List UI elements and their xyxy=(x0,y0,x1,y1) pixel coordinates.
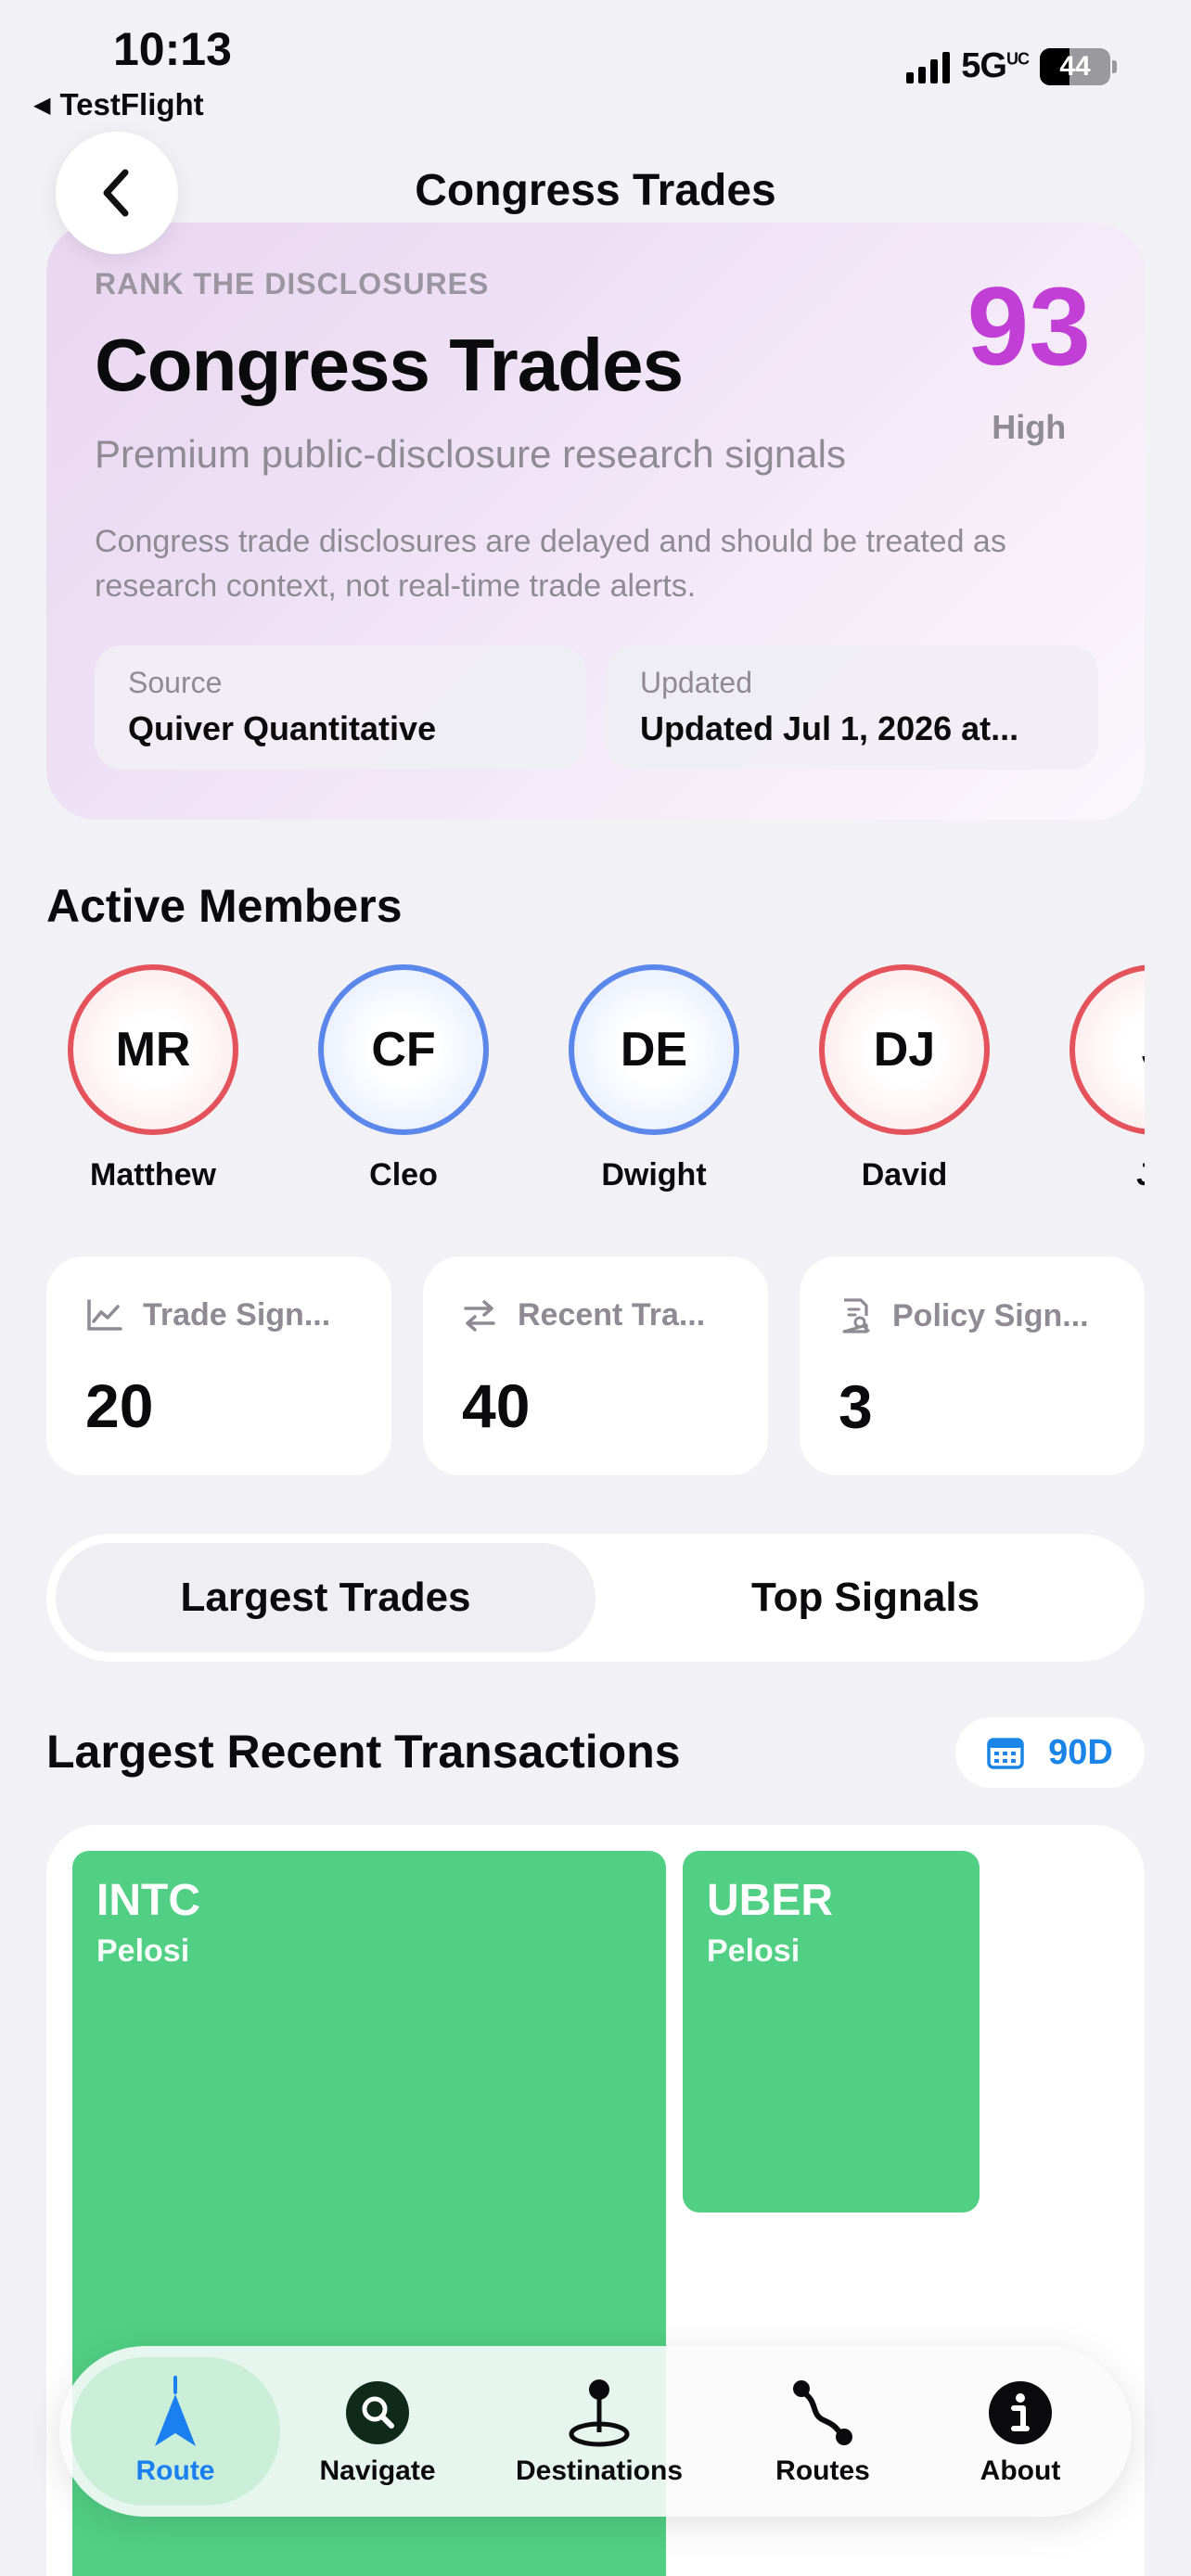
segment-top-signals[interactable]: Top Signals xyxy=(596,1543,1135,1652)
battery-icon: 44 xyxy=(1040,47,1117,85)
back-button[interactable] xyxy=(56,132,178,254)
card-subtitle: Premium public-disclosure research signa… xyxy=(95,432,846,476)
member-item[interactable]: DJ David xyxy=(816,964,992,1193)
source-box: Source Quiver Quantitative xyxy=(95,645,586,770)
tab-label: Destinations xyxy=(515,2455,684,2486)
updated-box: Updated Updated Jul 1, 2026 at... xyxy=(607,645,1098,770)
cellular-signal-icon xyxy=(906,50,951,83)
tile-symbol: INTC xyxy=(96,1876,200,1925)
status-indicators: 5GUC 44 xyxy=(906,46,1117,86)
member-name: Matthew xyxy=(90,1157,216,1192)
avatar: MR xyxy=(68,964,238,1135)
chevron-left-icon xyxy=(103,169,129,217)
range-label: 90D xyxy=(1048,1732,1113,1772)
score-block: 93 High xyxy=(967,271,1091,447)
route-icon xyxy=(793,2380,852,2445)
stat-label: Trade Sign... xyxy=(143,1297,331,1333)
stat-card-recent-trades[interactable]: Recent Tra... 40 xyxy=(423,1256,768,1475)
score-label: High xyxy=(992,408,1067,446)
member-item[interactable]: CF Cleo xyxy=(315,964,492,1193)
tab-navigate[interactable]: Navigate xyxy=(280,2346,475,2517)
member-name: Dwight xyxy=(601,1157,707,1192)
tab-label: About xyxy=(980,2455,1061,2486)
tab-label: Navigate xyxy=(319,2455,436,2486)
members-carousel[interactable]: MR Matthew CF Cleo DE Dwight DJ David J … xyxy=(46,964,1145,1205)
tab-destinations[interactable]: Destinations xyxy=(488,2346,711,2517)
tile-member: Pelosi xyxy=(96,1933,190,1969)
tab-bar: Route Navigate Destinations Routes About xyxy=(59,2346,1132,2517)
stat-value: 20 xyxy=(85,1371,154,1440)
network-type: 5GUC xyxy=(961,46,1030,85)
card-title: Congress Trades xyxy=(95,324,684,406)
avatar: J xyxy=(1069,964,1145,1135)
source-value: Quiver Quantitative xyxy=(128,709,437,747)
stat-label: Recent Tra... xyxy=(518,1297,706,1333)
avatar: DE xyxy=(569,964,739,1135)
battery-level: 44 xyxy=(1059,50,1091,82)
tab-label: Route xyxy=(135,2455,215,2486)
stat-value: 40 xyxy=(462,1371,531,1440)
updated-value: Updated Jul 1, 2026 at... xyxy=(640,709,1019,747)
stat-label: Policy Sign... xyxy=(892,1297,1089,1333)
treemap-tile-uber[interactable]: UBER Pelosi xyxy=(683,1851,980,2213)
back-to-app-link[interactable]: ◀ TestFlight xyxy=(33,87,204,122)
transactions-title: Largest Recent Transactions xyxy=(46,1726,681,1778)
search-icon xyxy=(346,2381,409,2444)
back-triangle-icon: ◀ xyxy=(33,92,51,118)
chart-line-icon xyxy=(87,1298,122,1331)
score-value: 93 xyxy=(967,264,1091,389)
status-time: 10:13 xyxy=(113,23,232,75)
info-icon xyxy=(989,2381,1052,2444)
navigation-arrow-icon xyxy=(155,2376,196,2446)
arrows-swap-icon xyxy=(464,1299,495,1332)
updated-label: Updated xyxy=(640,666,752,699)
source-label: Source xyxy=(128,666,223,699)
calendar-icon xyxy=(987,1738,1024,1769)
stat-value: 3 xyxy=(839,1372,873,1441)
avatar: CF xyxy=(318,964,489,1135)
member-item[interactable]: MR Matthew xyxy=(65,964,241,1193)
tab-route[interactable]: Route xyxy=(70,2357,280,2506)
pin-icon xyxy=(569,2379,630,2447)
nav-title: Congress Trades xyxy=(415,166,776,215)
tab-routes[interactable]: Routes xyxy=(725,2346,920,2517)
segment-largest-trades[interactable]: Largest Trades xyxy=(56,1543,596,1652)
active-members-title: Active Members xyxy=(46,880,403,932)
member-name: Cleo xyxy=(369,1157,438,1192)
summary-card: RANK THE DISCLOSURES Congress Trades Pre… xyxy=(46,223,1145,820)
member-name: David xyxy=(861,1157,948,1192)
stat-card-policy-signals[interactable]: Policy Sign... 3 xyxy=(800,1256,1145,1475)
avatar: DJ xyxy=(819,964,990,1135)
disclaimer-note: Congress trade disclosures are delayed a… xyxy=(95,524,1006,604)
tile-member: Pelosi xyxy=(707,1933,800,1969)
view-segmented-control[interactable]: Largest Trades Top Signals xyxy=(46,1534,1145,1662)
tab-label: Routes xyxy=(775,2455,870,2486)
stat-card-trade-signals[interactable]: Trade Sign... 20 xyxy=(46,1256,391,1475)
tile-symbol: UBER xyxy=(707,1876,834,1925)
member-name: Jo xyxy=(1067,1157,1145,1193)
member-item[interactable]: J Jo xyxy=(1067,964,1145,1193)
range-button[interactable]: 90D xyxy=(955,1717,1145,1788)
document-search-icon xyxy=(842,1298,870,1333)
back-app-label: TestFlight xyxy=(59,87,204,121)
tab-about[interactable]: About xyxy=(928,2346,1113,2517)
member-item[interactable]: DE Dwight xyxy=(566,964,742,1193)
card-kicker: RANK THE DISCLOSURES xyxy=(95,267,490,300)
